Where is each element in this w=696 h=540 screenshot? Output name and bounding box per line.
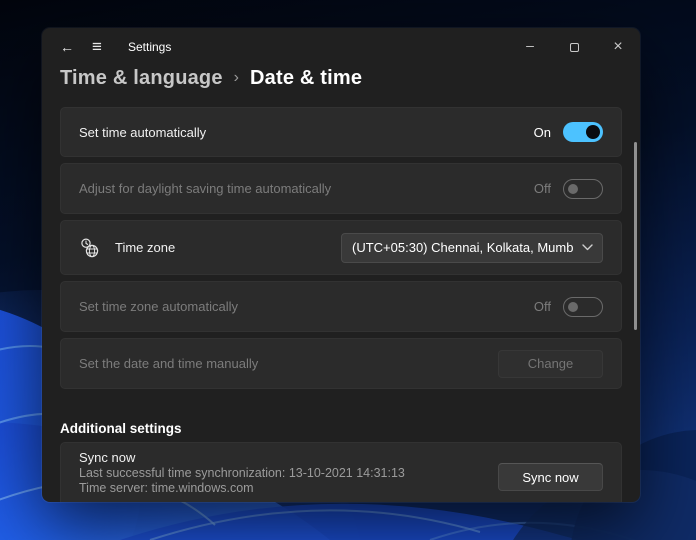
sync-now-button[interactable]: Sync now [498,463,603,491]
chevron-down-icon [582,244,593,251]
settings-window: ← ≡ Settings – × Time & language › Date … [42,28,640,502]
toggle-state-label: Off [533,181,551,196]
setting-row-set-time-automatically: Set time automatically On [60,107,622,157]
toggle-state-label: Off [533,299,551,314]
time-zone-selected-value: (UTC+05:30) Chennai, Kolkata, Mumbai, Ne… [352,240,574,255]
minimize-button[interactable]: – [508,28,552,66]
breadcrumb-chevron-icon: › [233,68,239,86]
app-title: Settings [128,40,172,54]
time-zone-globe-clock-icon [79,237,101,259]
setting-label: Set the date and time manually [79,356,259,371]
sync-now-card: Sync now Last successful time synchroniz… [60,442,622,502]
toggle-knob [568,183,578,194]
change-button: Change [498,349,603,378]
setting-label: Adjust for daylight saving time automati… [79,181,332,196]
breadcrumb-parent[interactable]: Time & language [60,67,223,90]
page-title: Date & time [250,67,363,89]
settings-content: Set time automatically On Adjust for day… [42,107,640,502]
set-time-automatically-toggle[interactable] [563,122,603,142]
titlebar: ← ≡ Settings – × [42,28,640,66]
section-heading: Additional settings [60,421,182,436]
hamburger-icon: ≡ [92,37,102,56]
setting-label: Set time automatically [79,124,207,140]
setting-row-set-date-time-manually: Set the date and time manually Change [60,338,622,389]
close-button[interactable]: × [596,28,640,66]
vertical-scrollbar[interactable] [634,142,637,330]
setting-row-set-time-zone-automatically: Set time zone automatically Off [60,281,622,332]
maximize-button[interactable] [552,28,596,66]
navigation-menu-button[interactable]: ≡ [82,32,112,62]
toggle-knob [586,125,600,139]
setting-label: Time zone [115,240,176,255]
time-zone-dropdown[interactable]: (UTC+05:30) Chennai, Kolkata, Mumbai, Ne… [341,232,603,263]
setting-row-daylight-saving: Adjust for daylight saving time automati… [60,163,622,214]
back-button[interactable]: ← [52,32,82,62]
set-time-zone-toggle [563,296,603,317]
toggle-knob [568,301,578,312]
toggle-state-label: On [533,124,551,140]
setting-label: Set time zone automatically [79,299,238,314]
close-icon: × [613,38,623,55]
setting-row-time-zone: Time zone (UTC+05:30) Chennai, Kolkata, … [60,220,622,275]
daylight-saving-toggle [563,178,603,199]
minimize-icon: – [526,37,534,53]
back-arrow-icon: ← [60,39,74,55]
desktop: ← ≡ Settings – × Time & language › Date … [0,0,696,540]
breadcrumb: Time & language › Date & time [42,66,640,90]
maximize-icon [569,42,579,52]
